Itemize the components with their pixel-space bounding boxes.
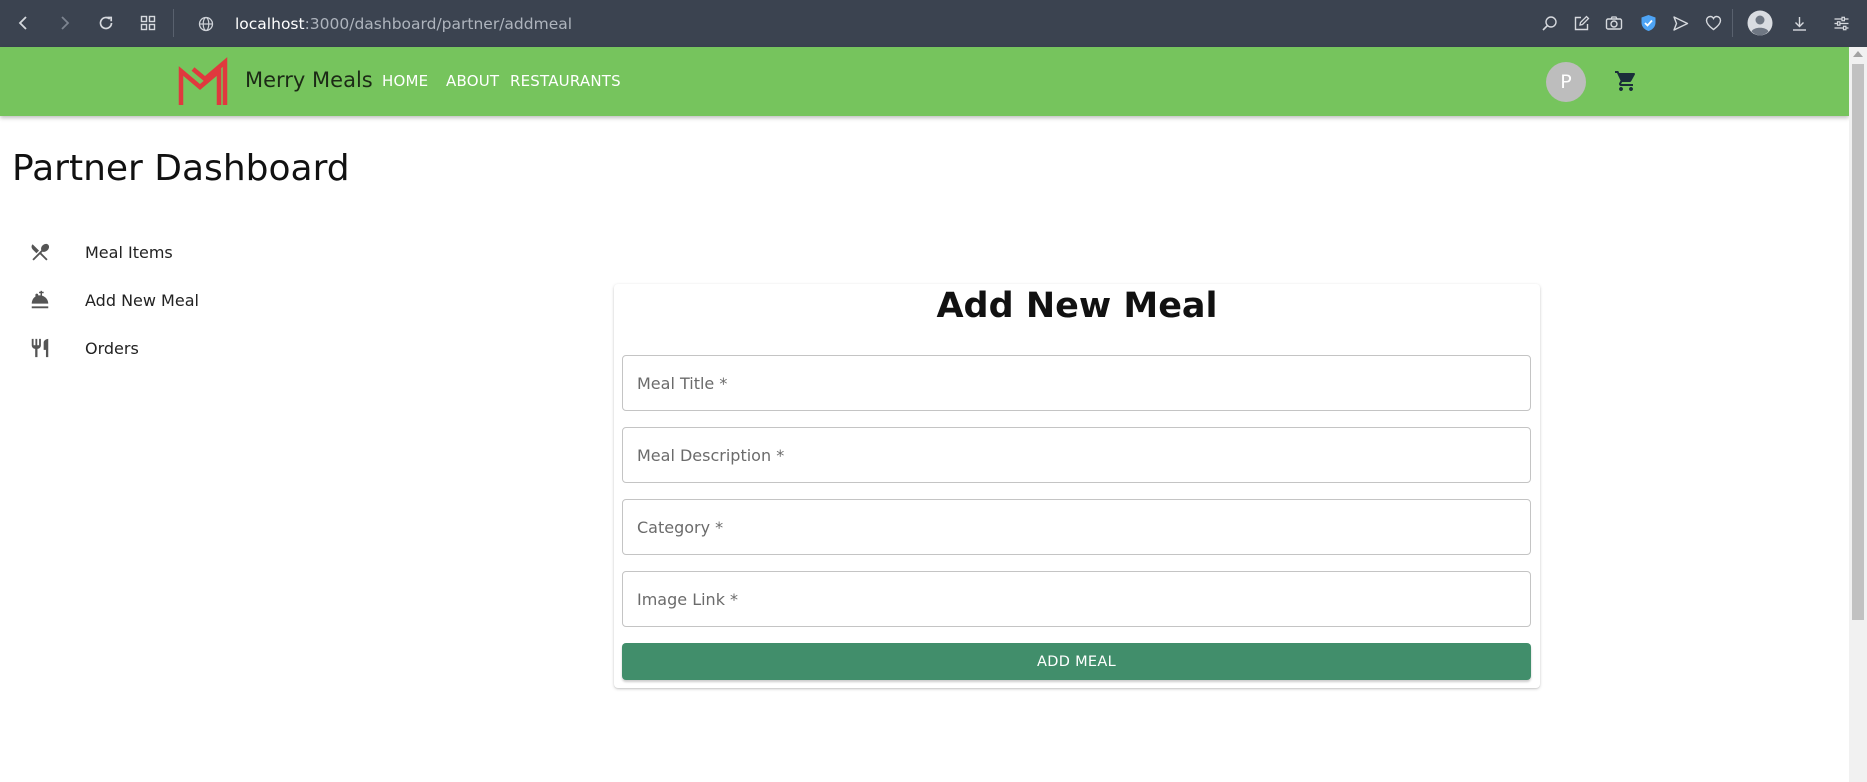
camera-icon[interactable]: [1602, 11, 1626, 35]
image-link-field[interactable]: [622, 571, 1531, 627]
profile-icon[interactable]: [1746, 9, 1774, 37]
zoom-search-icon[interactable]: [1537, 11, 1561, 35]
category-input[interactable]: [623, 500, 1530, 554]
tabs-grid-icon[interactable]: [135, 10, 161, 36]
image-link-input[interactable]: [623, 572, 1530, 626]
download-icon[interactable]: [1787, 11, 1811, 35]
edit-icon[interactable]: [1569, 11, 1593, 35]
back-icon[interactable]: [10, 10, 36, 36]
cutlery-icon: [20, 335, 60, 361]
nav-home-link[interactable]: HOME: [382, 72, 428, 90]
globe-icon: [195, 12, 217, 36]
room-service-icon: [20, 287, 60, 313]
scrollbar-thumb[interactable]: [1852, 64, 1864, 620]
meal-title-field[interactable]: [622, 355, 1531, 411]
url-host: localhost: [235, 15, 305, 33]
cart-icon[interactable]: [1613, 68, 1639, 94]
sidebar-item-label: Add New Meal: [85, 290, 199, 310]
forward-icon[interactable]: [52, 10, 78, 36]
sidebar-item-orders[interactable]: Orders: [20, 326, 300, 370]
nav-restaurants-link[interactable]: RESTAURANTS: [510, 72, 621, 90]
sidebar-item-add-new-meal[interactable]: Add New Meal: [20, 278, 300, 322]
brand-name[interactable]: Merry Meals: [245, 68, 373, 92]
add-meal-card: Add New Meal ADD MEAL: [614, 284, 1540, 688]
nav-about-link[interactable]: ABOUT: [446, 72, 499, 90]
send-icon[interactable]: [1668, 11, 1692, 35]
url-path: :3000/dashboard/partner/addmeal: [304, 15, 573, 33]
reload-icon[interactable]: [93, 10, 119, 36]
add-meal-button[interactable]: ADD MEAL: [622, 643, 1531, 680]
sidebar-item-meal-items[interactable]: Meal Items: [20, 230, 300, 274]
page-scrollbar[interactable]: [1849, 47, 1867, 782]
page-title: Partner Dashboard: [12, 148, 350, 189]
app-header: Merry Meals HOME ABOUT RESTAURANTS P: [0, 47, 1849, 116]
category-field[interactable]: [622, 499, 1531, 555]
meal-description-field[interactable]: [622, 427, 1531, 483]
restaurant-crossed-icon: [20, 239, 60, 265]
brand-logo[interactable]: [178, 57, 232, 107]
sidebar-item-label: Orders: [85, 338, 139, 358]
heart-icon[interactable]: [1701, 11, 1725, 35]
url-text: localhost:3000/dashboard/partner/addmeal: [235, 13, 572, 35]
settings-sliders-icon[interactable]: [1829, 11, 1853, 35]
form-title: Add New Meal: [936, 286, 1218, 326]
avatar[interactable]: P: [1546, 62, 1586, 102]
meal-title-input[interactable]: [623, 356, 1530, 410]
sidebar-item-label: Meal Items: [85, 242, 173, 262]
scroll-up-icon[interactable]: [1853, 51, 1863, 57]
browser-toolbar: localhost:3000/dashboard/partner/addmeal: [0, 0, 1867, 47]
meal-description-input[interactable]: [623, 428, 1530, 482]
shield-icon[interactable]: [1636, 11, 1660, 35]
